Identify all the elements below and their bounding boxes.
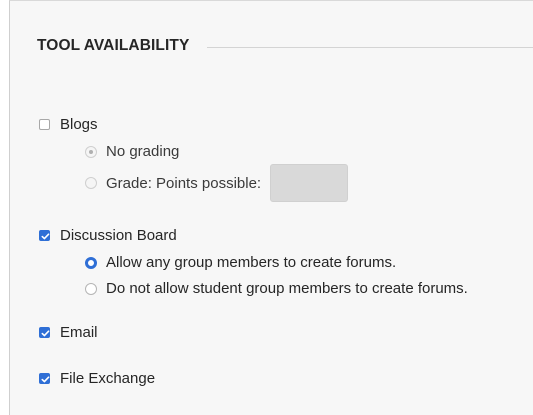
section-header: TOOL AVAILABILITY xyxy=(37,37,533,55)
section-divider xyxy=(207,46,533,48)
points-possible-input xyxy=(270,164,349,202)
file-exchange-row[interactable]: File Exchange xyxy=(39,370,155,387)
section-title: TOOL AVAILABILITY xyxy=(37,37,190,54)
blogs-no-grading-radio xyxy=(85,145,97,158)
disallow-create-forums-option[interactable]: Do not allow student group members to cr… xyxy=(85,280,468,297)
blogs-grade-label: Grade: Points possible: xyxy=(106,174,262,192)
discussion-board-checkbox[interactable] xyxy=(39,230,50,241)
blogs-row[interactable]: Blogs xyxy=(39,116,98,133)
blogs-grade-option: Grade: Points possible: xyxy=(85,164,349,202)
disallow-create-forums-label: Do not allow student group members to cr… xyxy=(106,280,468,297)
checkmark-icon xyxy=(41,376,50,383)
email-row[interactable]: Email xyxy=(39,324,98,341)
blogs-label: Blogs xyxy=(60,116,98,133)
blogs-grade-radio xyxy=(85,177,97,189)
allow-create-forums-label: Allow any group members to create forums… xyxy=(106,254,397,271)
file-exchange-checkbox[interactable] xyxy=(39,373,50,384)
file-exchange-label: File Exchange xyxy=(60,370,156,387)
blogs-no-grading-label: No grading xyxy=(106,143,180,160)
allow-create-forums-radio[interactable] xyxy=(85,256,97,269)
allow-create-forums-option[interactable]: Allow any group members to create forums… xyxy=(85,254,396,271)
email-label: Email xyxy=(60,324,98,341)
discussion-board-label: Discussion Board xyxy=(60,227,177,244)
discussion-board-row[interactable]: Discussion Board xyxy=(39,227,177,244)
email-checkbox[interactable] xyxy=(39,327,50,338)
checkmark-icon xyxy=(41,233,50,240)
blogs-checkbox[interactable] xyxy=(39,119,50,130)
disallow-create-forums-radio[interactable] xyxy=(85,282,97,295)
blogs-no-grading-option: No grading xyxy=(85,143,179,160)
tool-availability-panel: TOOL AVAILABILITY Blogs No grading Grade… xyxy=(9,0,533,415)
checkmark-icon xyxy=(41,330,50,337)
